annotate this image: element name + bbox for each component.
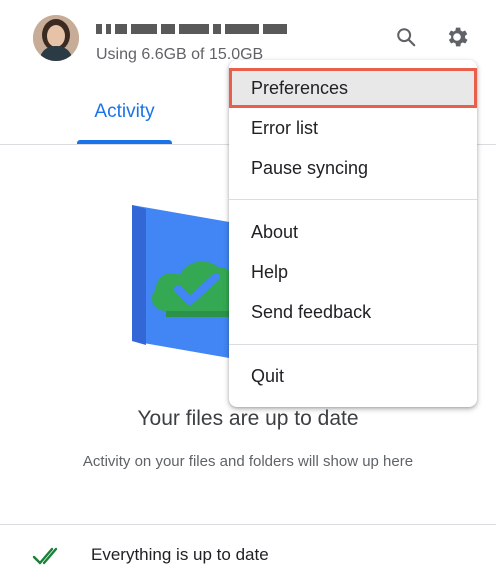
- menu-item-about[interactable]: About: [229, 212, 477, 252]
- footer-divider: [0, 524, 496, 525]
- tab-activity[interactable]: Activity: [77, 80, 172, 144]
- search-button[interactable]: [391, 22, 421, 52]
- menu-separator: [229, 199, 477, 200]
- menu-item-preferences[interactable]: Preferences: [229, 68, 477, 108]
- account-email: [96, 19, 326, 39]
- menu-item-pause-syncing[interactable]: Pause syncing: [229, 148, 477, 188]
- double-check-icon: [32, 547, 58, 565]
- settings-menu: Preferences Error list Pause syncing Abo…: [229, 60, 477, 407]
- menu-separator: [229, 344, 477, 345]
- search-icon: [397, 28, 416, 47]
- sync-status-text: Everything is up to date: [91, 545, 269, 564]
- gear-icon: [448, 27, 468, 47]
- avatar[interactable]: [33, 15, 79, 61]
- drive-app-window: Using 6.6GB of 15.0GB Activity Your file…: [0, 0, 496, 586]
- menu-item-quit[interactable]: Quit: [229, 356, 477, 396]
- menu-item-error-list[interactable]: Error list: [229, 108, 477, 148]
- menu-item-send-feedback[interactable]: Send feedback: [229, 292, 477, 332]
- status-subtitle: Activity on your files and folders will …: [82, 453, 414, 470]
- status-title: Your files are up to date: [137, 407, 359, 430]
- settings-button[interactable]: [442, 22, 472, 52]
- menu-item-help[interactable]: Help: [229, 252, 477, 292]
